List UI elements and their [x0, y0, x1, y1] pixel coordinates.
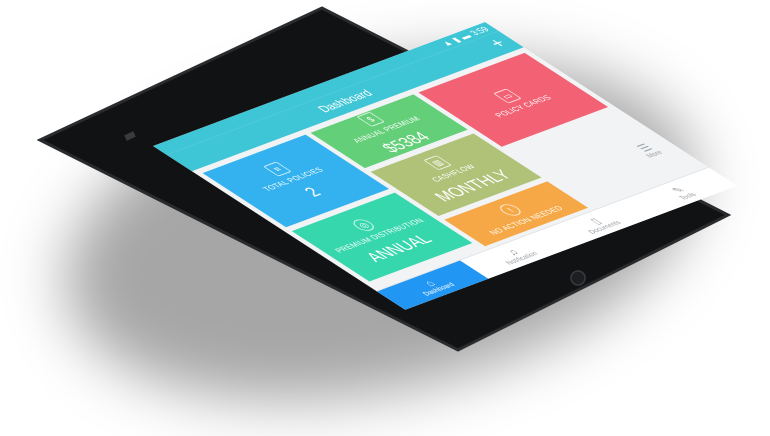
bar-chart-icon: ▥ [422, 154, 452, 170]
card-icon: ▭ [492, 88, 522, 104]
add-button[interactable]: + [483, 35, 511, 51]
document-icon: ≡ [262, 161, 292, 177]
tablet-scene: ▲ ▮ ▬ 3:59 Dashboard + ≡ TOTAL POLICIES … [0, 0, 770, 436]
home-button[interactable] [570, 270, 586, 286]
dollar-icon: $ [355, 111, 385, 127]
alert-icon: ! [495, 202, 525, 218]
globe-icon: ◎ [348, 217, 378, 233]
tile-value: 2 [299, 184, 326, 200]
